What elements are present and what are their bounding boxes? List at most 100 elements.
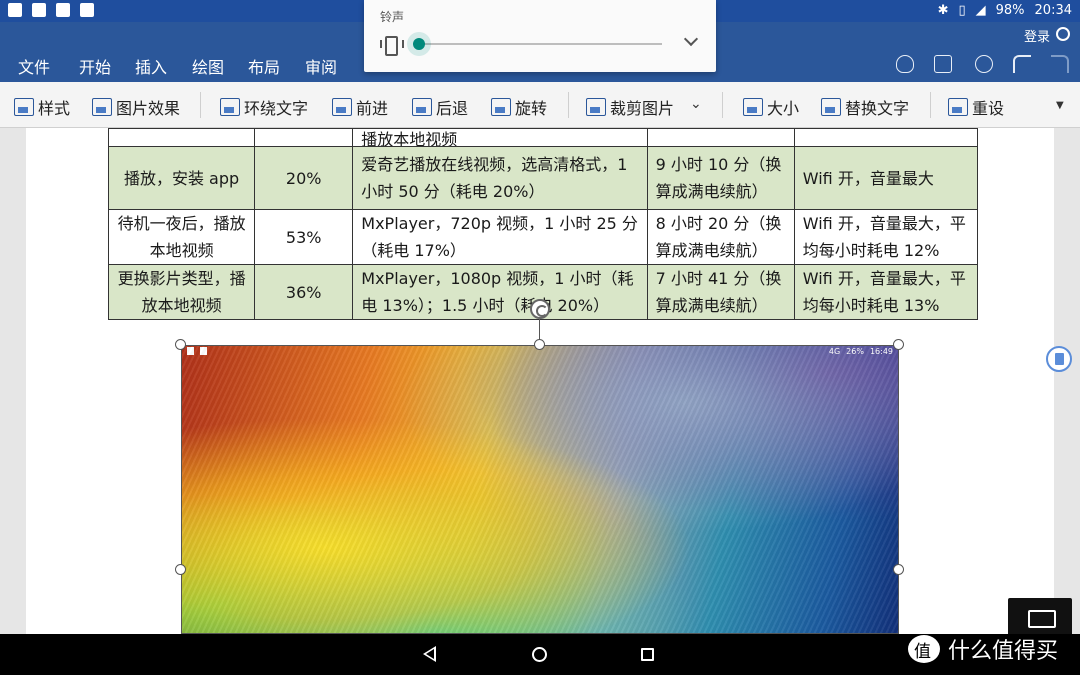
login-link[interactable]: 登录 [1024, 26, 1050, 45]
toolbar-divider [722, 92, 723, 118]
crop-icon [586, 98, 606, 116]
volume-label: 铃声 [380, 10, 405, 24]
picture-effects-icon [92, 98, 112, 116]
bring-forward-icon [332, 98, 352, 116]
picture-effects-button[interactable]: 图片效果 [92, 95, 180, 119]
style-button[interactable]: 样式 [14, 95, 70, 119]
table-cell: Wifi 开，音量最大 [793, 146, 979, 210]
style-icon [14, 98, 34, 116]
table-cell: MxPlayer，1080p 视频，1 小时（耗电 13%）；1.5 小时（耗电… [352, 264, 648, 320]
reset-button[interactable]: 重设 [948, 95, 1004, 119]
send-backward-button[interactable]: 后退 [412, 95, 468, 119]
rotate-button[interactable]: 旋转 [491, 95, 547, 119]
expand-chevron-icon[interactable] [683, 31, 699, 47]
watermark-text: 什么值得买 [948, 639, 1059, 664]
tab-layout[interactable]: 布局 [248, 54, 280, 78]
send-backward-label: 后退 [436, 99, 469, 118]
screen: ✱ ▯ ◢ 98% 20:34 登录 文件 开始 插入 绘图 布局 审阅 样式 … [0, 0, 1080, 675]
wrap-text-button[interactable]: 环绕文字 [220, 95, 308, 119]
watermark: 什么值得买 [908, 634, 1058, 664]
shield-notification-icon [56, 3, 70, 17]
app-notification-icon [8, 3, 22, 17]
image-notification-icon [80, 3, 94, 17]
toolbar-overflow-chevron-icon[interactable]: ▼ [1056, 100, 1064, 111]
reset-label: 重设 [972, 99, 1005, 118]
status-time: 20:34 [1034, 3, 1072, 18]
table-cell: 53% [254, 209, 354, 265]
bluetooth-icon: ✱ [937, 3, 949, 18]
watermark-logo-icon [908, 635, 940, 663]
chart-notification-icon [32, 3, 46, 17]
table-cell: Wifi 开，音量最大，平均每小时耗电 12% [793, 209, 979, 265]
picture-toolbar: 样式 图片效果 环绕文字 前进 后退 旋转 裁剪图片 ⌄ 大小 替换文字 重设 … [0, 82, 1080, 128]
toolbar-divider [200, 92, 201, 118]
read-mode-icon[interactable] [934, 55, 952, 73]
alt-text-icon [821, 98, 841, 116]
table-cell: 7 小时 41 分（换算成满电续航） [646, 264, 795, 320]
table-cell: 更换影片类型，播放本地视频 [107, 264, 256, 320]
tab-draw[interactable]: 绘图 [192, 54, 224, 78]
style-label: 样式 [38, 99, 71, 118]
size-button[interactable]: 大小 [743, 95, 799, 119]
crop-button[interactable]: 裁剪图片 [586, 95, 674, 119]
size-icon [743, 98, 763, 116]
table-cell: 播放，安装 app [107, 146, 256, 210]
toolbar-divider [930, 92, 931, 118]
recent-apps-icon[interactable] [641, 648, 654, 661]
tab-home[interactable]: 开始 [79, 54, 111, 78]
image-selection-border [181, 345, 899, 634]
tab-insert[interactable]: 插入 [135, 54, 167, 78]
redo-icon[interactable] [1051, 55, 1069, 73]
toolbar-divider [568, 92, 569, 118]
rotate-label: 旋转 [515, 99, 548, 118]
resize-handle-top-left[interactable] [175, 339, 186, 350]
table-cell: 播放本地视频 [352, 128, 648, 147]
resize-handle-top[interactable] [534, 339, 545, 350]
table-cell: 待机一夜后，播放本地视频 [107, 209, 256, 265]
table-cell: 9 小时 10 分（换算成满电续航） [646, 146, 795, 210]
account-icon[interactable] [1056, 27, 1070, 41]
share-icon[interactable] [975, 55, 993, 73]
rotate-handle-icon[interactable] [530, 299, 550, 319]
table-row: 播放，安装 app 20% 爱奇艺播放在线视频，选高清格式，1 小时 50 分（… [107, 146, 979, 210]
reset-icon [948, 98, 968, 116]
vibrate-mode-icon[interactable] [380, 36, 404, 56]
battery-percent: 98% [995, 3, 1025, 18]
battery-test-table: 播放本地视频 播放，安装 app 20% 爱奇艺播放在线视频，选高清格式，1 小… [107, 128, 979, 320]
table-cell: 爱奇艺播放在线视频，选高清格式，1 小时 50 分（耗电 20%） [352, 146, 648, 210]
back-icon[interactable] [423, 646, 436, 662]
crop-dropdown-chevron-icon[interactable]: ⌄ [690, 96, 702, 112]
volume-popup: 铃声 [364, 0, 716, 72]
lightbulb-icon[interactable] [896, 55, 914, 73]
home-icon[interactable] [532, 647, 547, 662]
alt-text-label: 替换文字 [845, 99, 910, 118]
tab-file[interactable]: 文件 [18, 54, 50, 78]
resize-handle-left[interactable] [175, 564, 186, 575]
keyboard-toggle-icon[interactable] [1008, 598, 1072, 636]
bring-forward-button[interactable]: 前进 [332, 95, 388, 119]
crop-label: 裁剪图片 [610, 99, 675, 118]
wifi-icon: ◢ [975, 3, 986, 18]
table-cell: 8 小时 20 分（换算成满电续航） [646, 209, 795, 265]
table-cell: Wifi 开，音量最大，平均每小时耗电 13% [793, 264, 979, 320]
bring-forward-label: 前进 [356, 99, 389, 118]
rotate-icon [491, 98, 511, 116]
ribbon-tab-remnant [405, 72, 463, 82]
table-row: 播放本地视频 [107, 128, 979, 147]
wrap-text-icon [220, 98, 240, 116]
vibrate-icon: ▯ [958, 3, 966, 18]
comment-float-icon[interactable] [1046, 346, 1072, 372]
table-cell: 36% [254, 264, 354, 320]
undo-icon[interactable] [1013, 55, 1031, 73]
send-backward-icon [412, 98, 432, 116]
picture-effects-label: 图片效果 [116, 99, 181, 118]
volume-slider-track[interactable] [418, 43, 662, 45]
wrap-text-label: 环绕文字 [244, 99, 309, 118]
tab-review[interactable]: 审阅 [305, 54, 337, 78]
size-label: 大小 [767, 99, 800, 118]
volume-slider-thumb[interactable] [413, 38, 425, 50]
alt-text-button[interactable]: 替换文字 [821, 95, 909, 119]
resize-handle-right[interactable] [893, 564, 904, 575]
resize-handle-top-right[interactable] [893, 339, 904, 350]
table-cell: 20% [254, 146, 354, 210]
